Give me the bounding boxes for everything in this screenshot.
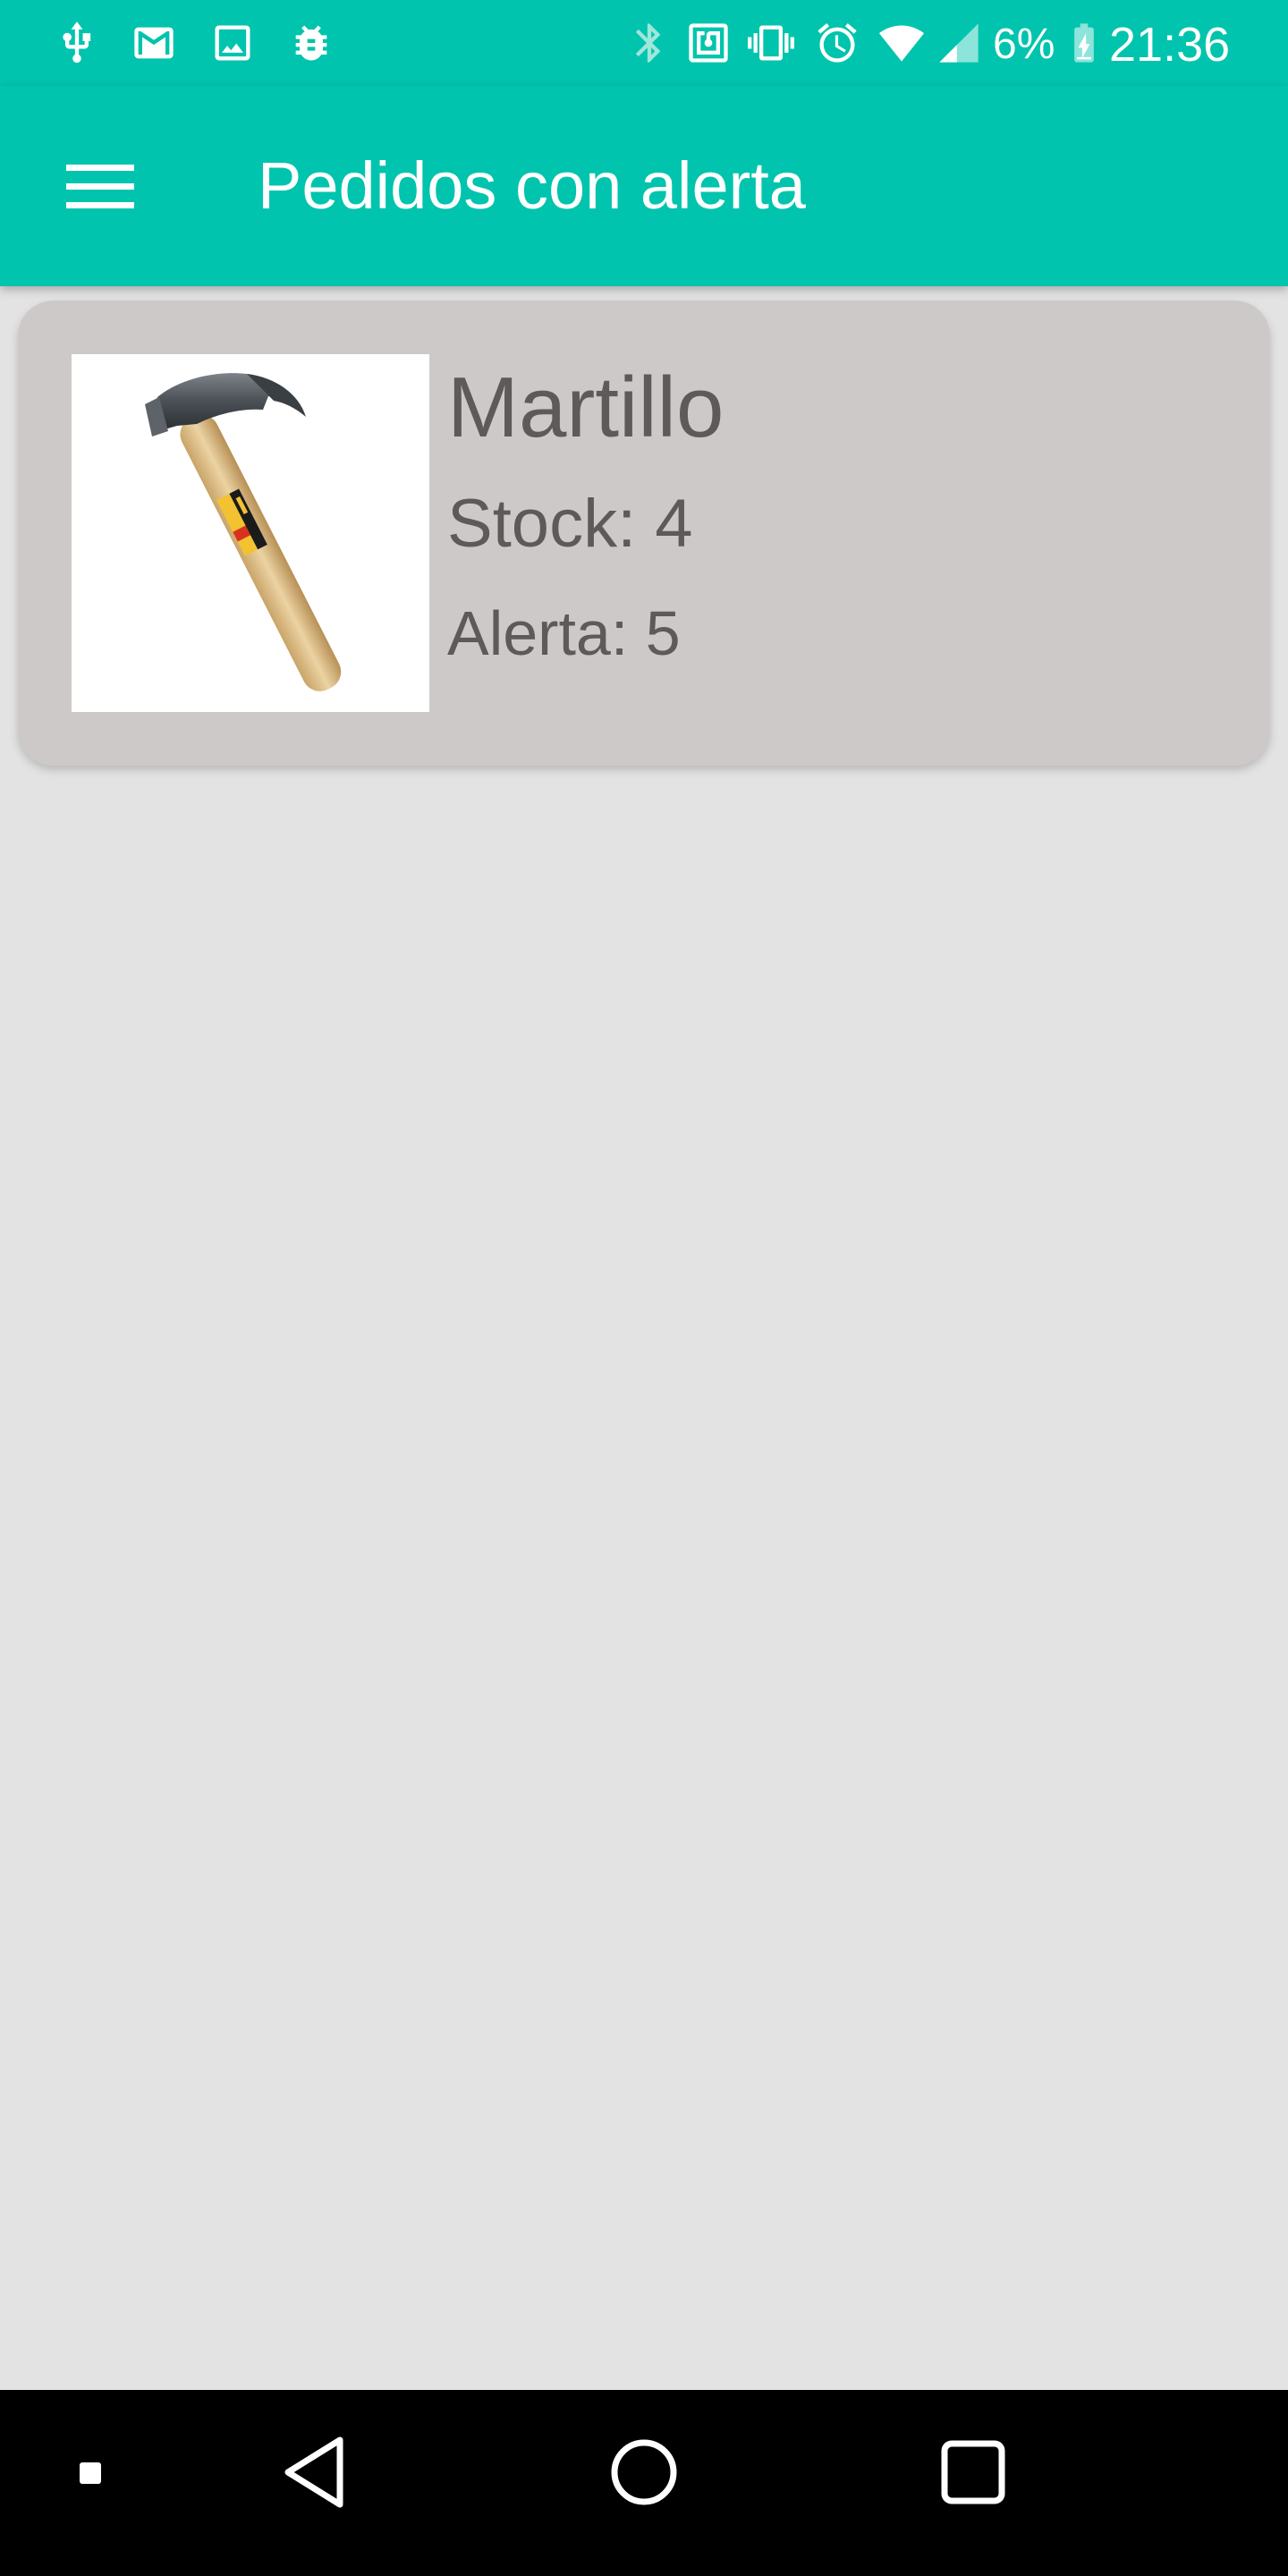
product-name: Martillo: [447, 360, 724, 455]
battery-charging-icon: [1061, 20, 1107, 66]
menu-button[interactable]: [50, 143, 150, 229]
small-square-icon[interactable]: [70, 2453, 113, 2496]
recents-icon[interactable]: [928, 2428, 1018, 2517]
gmail-icon: [131, 20, 177, 66]
product-card[interactable]: Martillo Stock: 4 Alerta: 5: [18, 301, 1270, 766]
app-bar: Pedidos con alerta: [0, 86, 1288, 286]
android-debug-icon: [288, 20, 335, 66]
battery-percent: 6%: [993, 21, 1055, 68]
signal-icon: [936, 20, 982, 66]
page-title: Pedidos con alerta: [258, 148, 806, 223]
wifi-icon: [878, 20, 925, 66]
alarm-icon: [814, 20, 860, 66]
usb-icon: [54, 20, 100, 66]
home-icon[interactable]: [599, 2428, 689, 2517]
bluetooth-icon: [626, 20, 673, 66]
status-bar: 6% 21:36: [0, 0, 1288, 86]
vibrate-icon: [748, 20, 794, 66]
back-icon[interactable]: [274, 2428, 363, 2517]
hamburger-menu-icon: [66, 165, 134, 208]
product-alert: Alerta: 5: [447, 598, 681, 668]
navigation-bar: [0, 2390, 1288, 2576]
hammer-image: [72, 354, 429, 712]
nfc-icon: [685, 20, 732, 66]
gallery-icon: [209, 20, 256, 66]
clock-time: 21:36: [1109, 18, 1231, 72]
product-list: Martillo Stock: 4 Alerta: 5: [0, 286, 1288, 2390]
product-stock: Stock: 4: [447, 486, 693, 562]
